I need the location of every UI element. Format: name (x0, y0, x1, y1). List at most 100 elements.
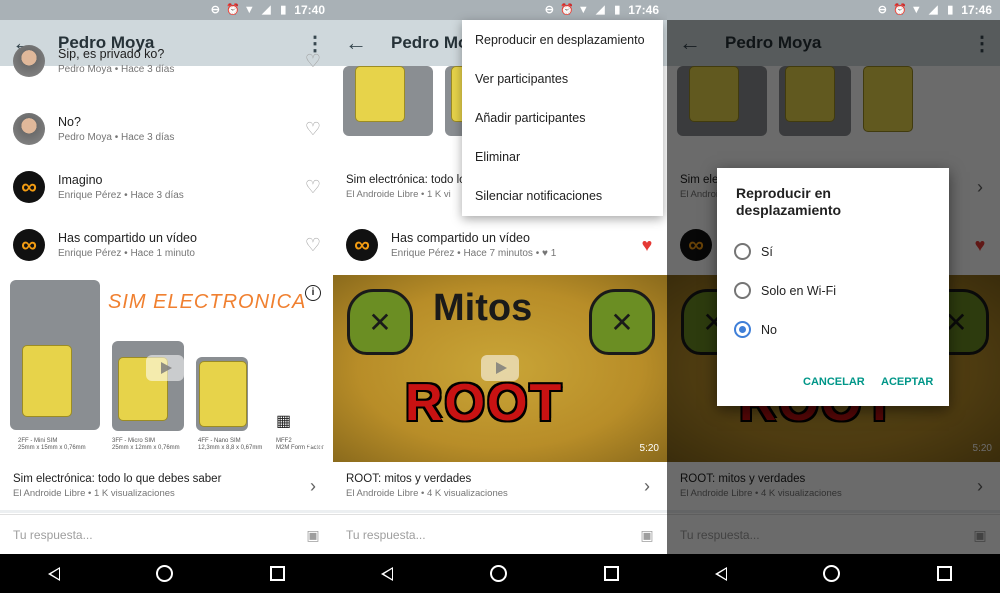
option-wifi-only[interactable]: Solo en Wi-Fi (734, 282, 836, 299)
list-item[interactable]: Has compartido un vídeo Enrique Pérez • … (0, 216, 333, 274)
video-overlay-top: Mitos (433, 287, 533, 329)
reply-bar: Tu respuesta... ▣ (0, 514, 333, 555)
nav-back-icon[interactable] (381, 566, 394, 581)
menu-item-add-participants[interactable]: Añadir participantes (462, 98, 663, 137)
heart-filled-icon[interactable]: ♥ (627, 235, 667, 256)
add-video-icon[interactable]: ▣ (627, 527, 667, 544)
battery-icon: ▮ (280, 4, 287, 16)
status-bar: ⊖ ⏰ ▼ ◢ ▮ 17:40 (0, 0, 333, 20)
menu-item-autoplay[interactable]: Reproducir en desplazamiento (462, 20, 663, 59)
reply-bar: Tu respuesta... ▣ (333, 514, 667, 555)
sim-chip-image (355, 66, 405, 122)
avatar (346, 229, 378, 261)
message-sender: Pedro Moya (58, 132, 112, 143)
radio-button[interactable] (734, 282, 751, 299)
nav-back-icon[interactable] (715, 566, 728, 581)
avatar (13, 229, 45, 261)
reply-input[interactable]: Tu respuesta... (0, 528, 293, 542)
wifi-icon: ▼ (243, 4, 255, 16)
sim-chip-image (22, 345, 72, 417)
play-icon[interactable] (146, 355, 184, 381)
reply-input[interactable]: Tu respuesta... (333, 528, 627, 542)
info-icon[interactable]: i (305, 285, 321, 301)
nav-bar (333, 554, 667, 593)
film-icon: ▦ (276, 413, 292, 430)
back-arrow-icon[interactable]: ← (333, 30, 379, 56)
add-video-icon[interactable]: ▣ (293, 527, 333, 544)
chevron-right-icon[interactable]: › (293, 476, 333, 497)
video-title: Sim electrónica: todo lo que debes saber (13, 473, 222, 485)
video-thumbnail[interactable]: SIM ELECTRONICA i ▦ 2FF - Mini SIM 25mm … (0, 275, 333, 462)
sim-label: 12,3mm x 8,8 x 0,67mm (198, 445, 263, 451)
radio-button[interactable] (734, 243, 751, 260)
option-yes[interactable]: Sí (734, 243, 773, 260)
message-time: Hace 1 minuto (130, 248, 195, 259)
list-item[interactable]: No? Pedro Moya • Hace 3 días ♡ (0, 100, 333, 158)
message-time: Hace 3 días (120, 64, 175, 75)
dnd-icon: ⊖ (544, 4, 554, 16)
alarm-icon: ⏰ (893, 4, 907, 16)
status-bar: ⊖ ⏰ ▼ ◢ ▮ 17:46 (333, 0, 667, 20)
video-views: 4 K visualizaciones (426, 488, 508, 499)
android-robot-image (347, 289, 413, 355)
battery-icon: ▮ (614, 4, 621, 16)
cancel-button[interactable]: CANCELAR (803, 376, 865, 388)
video-duration: 9:16 (305, 443, 325, 454)
message-time: Hace 3 días (130, 190, 184, 201)
like-count: 1 (550, 248, 557, 259)
message-sender: Pedro Moya (58, 64, 112, 75)
video-info[interactable]: ROOT: mitos y verdades El Androide Libre… (333, 462, 667, 513)
message-sender: Enrique Pérez (58, 190, 122, 201)
signal-icon: ◢ (596, 4, 605, 16)
screen-2: ⊖ ⏰ ▼ ◢ ▮ 17:46 ← Pedro Moya Sim electró… (333, 0, 667, 593)
status-bar: ⊖ ⏰ ▼ ◢ ▮ 17:46 (667, 0, 1000, 20)
message-text: No? (58, 115, 81, 129)
heart-icon[interactable]: ♡ (293, 235, 333, 256)
signal-icon: ◢ (262, 4, 271, 16)
nav-home-icon[interactable] (156, 565, 174, 582)
heart-icon[interactable]: ♡ (293, 51, 333, 72)
sim-label: 4FF - Nano SIM (198, 438, 241, 444)
sim-label: 25mm x 12mm x 0,76mm (112, 445, 180, 451)
video-channel: El Androide Libre (13, 488, 86, 499)
wifi-icon: ▼ (577, 4, 589, 16)
nav-recents-icon[interactable] (269, 566, 285, 581)
screen-3: ⊖ ⏰ ▼ ◢ ▮ 17:46 ← Pedro Moya ⋮ 9:16 Sim … (667, 0, 1000, 593)
video-overlay-bottom: ROOT (405, 374, 564, 432)
menu-item-mute[interactable]: Silenciar notificaciones (462, 176, 663, 215)
video-overlay-title: SIM ELECTRONICA (108, 291, 307, 313)
nav-bar (667, 554, 1000, 593)
menu-item-view-participants[interactable]: Ver participantes (462, 59, 663, 98)
chevron-right-icon[interactable]: › (627, 476, 667, 497)
signal-icon: ◢ (929, 4, 938, 16)
screen-1: ⊖ ⏰ ▼ ◢ ▮ 17:40 ← Pedro Moya ⋮ Sip, es p… (0, 0, 333, 593)
dnd-icon: ⊖ (877, 4, 887, 16)
video-channel: El Androide Libre (346, 488, 419, 499)
option-label: Solo en Wi-Fi (761, 283, 837, 298)
overflow-menu: Reproducir en desplazamiento Ver partici… (462, 20, 663, 216)
list-item[interactable]: Sip, es privado ko? Pedro Moya • Hace 3 … (0, 45, 333, 86)
nav-recents-icon[interactable] (936, 566, 952, 581)
nav-bar (0, 554, 333, 593)
video-info[interactable]: Sim electrónica: todo lo que debes saber… (0, 462, 333, 513)
status-time: 17:46 (961, 3, 992, 17)
list-item[interactable]: Imagino Enrique Pérez • Hace 3 días ♡ (0, 158, 333, 216)
message-text: Has compartido un vídeo (58, 231, 197, 245)
video-title: ROOT: mitos y verdades (346, 473, 472, 485)
radio-button-selected[interactable] (734, 321, 751, 338)
message-sender: Enrique Pérez (58, 248, 122, 259)
option-label: Sí (761, 244, 773, 259)
list-item[interactable]: Has compartido un vídeo Enrique Pérez • … (333, 216, 667, 274)
option-no[interactable]: No (734, 321, 777, 338)
video-thumbnail[interactable]: Mitos ROOT 5:20 (333, 275, 667, 462)
message-text: Has compartido un vídeo (391, 231, 530, 245)
heart-icon[interactable]: ♡ (293, 177, 333, 198)
nav-back-icon[interactable] (48, 566, 61, 581)
nav-home-icon[interactable] (823, 565, 841, 582)
nav-recents-icon[interactable] (603, 566, 619, 581)
accept-button[interactable]: ACEPTAR (881, 376, 933, 388)
message-text: Sip, es privado ko? (58, 47, 165, 61)
heart-icon[interactable]: ♡ (293, 119, 333, 140)
menu-item-delete[interactable]: Eliminar (462, 137, 663, 176)
nav-home-icon[interactable] (489, 565, 507, 582)
